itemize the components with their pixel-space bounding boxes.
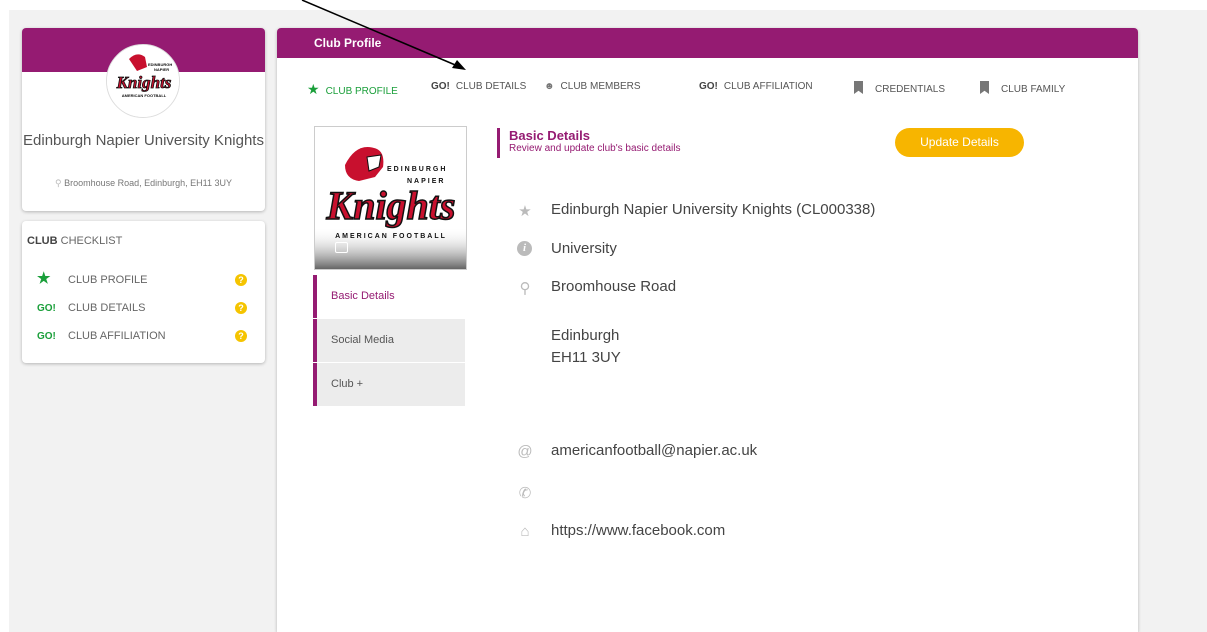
annotation-arrow [301, 0, 466, 70]
